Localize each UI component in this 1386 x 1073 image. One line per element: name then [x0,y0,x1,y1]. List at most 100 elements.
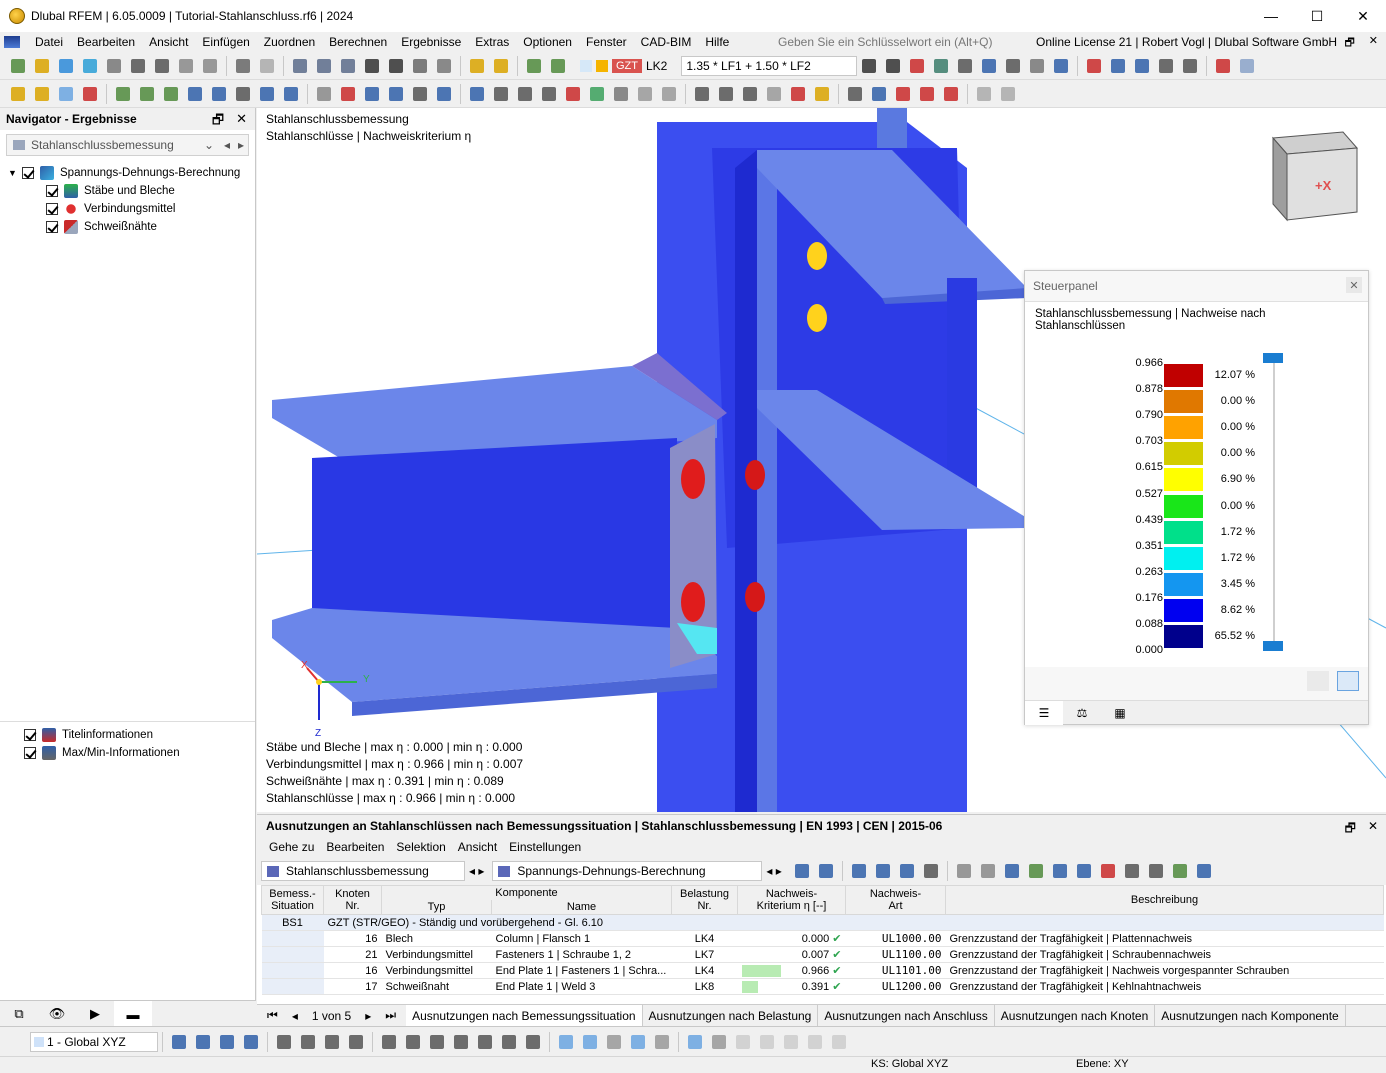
grid-icon[interactable] [845,84,865,104]
restore-icon[interactable]: 🗗 [1344,34,1354,53]
print-icon[interactable] [152,56,172,76]
menu-bearbeiten[interactable]: Bearbeiten [70,35,142,49]
checkbox-members-plates[interactable] [46,185,58,197]
workplane-custom-icon[interactable] [241,1032,261,1052]
xxx-values-icon[interactable] [955,56,975,76]
surface-results-icon[interactable] [1051,56,1071,76]
view-z-icon[interactable] [740,84,760,104]
menu-fenster[interactable]: Fenster [579,35,634,49]
results-restore-icon[interactable]: 🗗 [1345,819,1356,840]
opening-icon[interactable] [233,84,253,104]
osnap-icon[interactable] [733,1032,753,1052]
load-wizard-icon[interactable] [524,56,544,76]
tree-item-members-plates[interactable]: Stäbe und Bleche [46,182,175,200]
lc-combination-dropdown[interactable]: 1.35 * LF1 + 1.50 * LF2 [681,55,858,76]
tree-item-welds[interactable]: Schweißnähte [46,218,157,236]
decimal-icon[interactable] [1074,861,1094,881]
sync-icon[interactable] [792,861,812,881]
legend-tab-icon[interactable]: ☰ [1025,701,1063,725]
cursor-icon[interactable] [869,84,889,104]
menu-berechnen[interactable]: Berechnen [322,35,394,49]
results-menu-view[interactable]: Ansicht [452,840,503,854]
tab-by-loading[interactable]: Ausnutzungen nach Belastung [643,1004,819,1027]
coordinate-system-dropdown[interactable]: 1 - Global XYZ [30,1031,158,1052]
xxx-icon[interactable] [921,861,941,881]
table-icon[interactable] [954,861,974,881]
globe-icon[interactable] [434,56,454,76]
workplane-xz-icon[interactable] [217,1032,237,1052]
results-menu-settings[interactable]: Einstellungen [503,840,587,854]
node-icon[interactable] [113,84,133,104]
funnel-icon[interactable] [1194,861,1214,881]
measure-icon[interactable] [764,84,784,104]
navigator-close-icon[interactable]: ✕ [236,111,247,133]
support-reactions-icon[interactable] [979,56,999,76]
report-icon[interactable] [176,56,196,76]
edit-icon[interactable] [467,56,487,76]
circle-tool-icon[interactable] [451,1032,471,1052]
prev-module-icon[interactable]: ◂ [224,138,230,152]
solid-render-icon[interactable] [611,84,631,104]
distribution-icon[interactable] [1180,56,1200,76]
dimension-point-icon[interactable] [346,1032,366,1052]
deformation-icon[interactable] [1003,56,1023,76]
legend-range-icon[interactable] [1337,671,1359,691]
tree-item-title-info[interactable]: Titelinformationen [24,726,153,744]
navigator-pin-icon[interactable]: 🗗 [212,111,224,133]
dimension-line-icon[interactable] [274,1032,294,1052]
arc-tool-icon[interactable] [427,1032,447,1052]
save-icon[interactable] [128,56,148,76]
checkbox-maxmin-info[interactable] [24,747,36,759]
results-menu-selection[interactable]: Selektion [390,840,451,854]
cut-icon[interactable] [499,1032,519,1052]
undo-icon[interactable] [233,56,253,76]
scale-tab-icon[interactable]: ⚖ [1063,701,1101,725]
menu-einfuegen[interactable]: Einfügen [195,35,256,49]
last-page-icon[interactable]: ⏭ [385,1008,396,1023]
snap-point-icon[interactable] [580,1032,600,1052]
close-doc-icon[interactable]: ✕ [1369,34,1378,53]
table-view-icon[interactable] [290,56,310,76]
menu-cad-bim[interactable]: CAD-BIM [634,35,699,49]
render-icon[interactable] [587,84,607,104]
menu-zuordnen[interactable]: Zuordnen [257,35,322,49]
view-cube[interactable]: +X [1271,131,1359,222]
frame-icon[interactable] [491,84,511,104]
polyline-icon[interactable] [403,1032,423,1052]
visibility-icon[interactable] [805,1032,825,1052]
grid-view-icon[interactable] [314,56,334,76]
data-tab-icon[interactable]: ⧉ [0,1001,38,1027]
close-button[interactable]: ✕ [1340,0,1386,32]
results-table-icon[interactable] [1132,56,1152,76]
navigator-module-dropdown[interactable]: Stahlanschlussbemessung ⌄ ◂ ▸ [6,134,249,156]
color-icon[interactable] [1170,861,1190,881]
menu-datei[interactable]: Datei [28,35,70,49]
workplane-icon[interactable] [434,84,454,104]
checkbox-stress-strain[interactable] [22,167,34,179]
menu-hilfe[interactable]: Hilfe [698,35,736,49]
view-y-icon[interactable] [716,84,736,104]
unlink-icon[interactable] [998,84,1018,104]
checkbox-fasteners[interactable] [46,203,58,215]
section-view-icon[interactable] [539,84,559,104]
section-icon[interactable] [1156,56,1176,76]
copy-icon[interactable] [281,84,301,104]
cloud-icon[interactable] [56,56,76,76]
view-select-icon[interactable] [917,84,937,104]
script-icon[interactable] [386,56,406,76]
hinge-icon[interactable] [338,84,358,104]
menu-optionen[interactable]: Optionen [516,35,579,49]
tree-item-stress-strain[interactable]: ▼ Spannungs-Dehnungs-Berechnung [8,164,240,182]
iso-view-icon[interactable] [893,84,913,104]
dimension-icon[interactable] [362,84,382,104]
snap-mid-icon[interactable] [628,1032,648,1052]
show-values-icon[interactable] [873,861,893,881]
document-icon[interactable] [200,56,220,76]
checkbox-welds[interactable] [46,221,58,233]
console-icon[interactable] [362,56,382,76]
tree-item-maxmin-info[interactable]: Max/Min-Informationen [24,744,180,762]
list-view-icon[interactable] [338,56,358,76]
results-menu-goto[interactable]: Gehe zu [263,840,320,854]
combination-wizard-icon[interactable] [548,56,568,76]
filter-tab-icon[interactable]: ▦ [1101,701,1139,725]
